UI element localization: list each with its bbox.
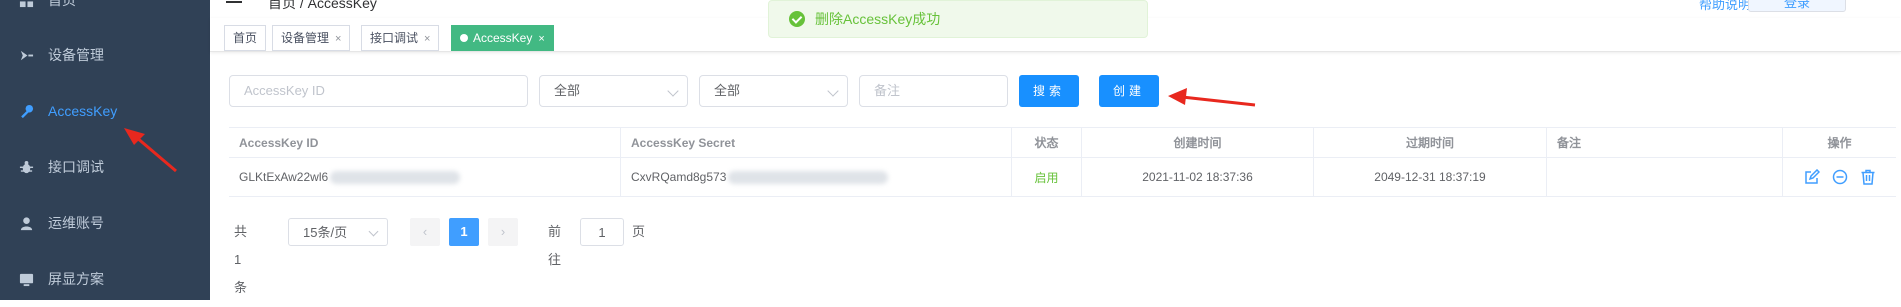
filter-select-2[interactable]: 全部	[699, 75, 848, 107]
close-icon[interactable]: ×	[424, 33, 430, 45]
chevron-down-icon	[827, 85, 839, 97]
close-icon[interactable]: ×	[335, 33, 341, 45]
hamburger-icon[interactable]	[226, 0, 242, 8]
pagination-total: 共 1 条	[234, 224, 248, 295]
disable-icon[interactable]	[1832, 169, 1848, 185]
table-header-row: AccessKey ID AccessKey Secret 状态 创建时间 过期…	[229, 128, 1896, 158]
success-toast: 删除AccessKey成功	[768, 0, 1148, 38]
breadcrumb: 首页 / AccessKey	[268, 0, 377, 11]
input-placeholder: 备注	[874, 83, 901, 98]
accesskey-id-value: GLKtExAw22wl6	[239, 170, 329, 184]
tag-label: 首页	[233, 31, 258, 45]
create-button[interactable]: 创建	[1099, 75, 1159, 107]
created-time-cell: 2021-11-02 18:37:36	[1082, 158, 1314, 196]
dashboard-icon	[18, 0, 34, 8]
user-icon	[18, 215, 34, 231]
tag-label: 设备管理	[281, 31, 330, 45]
goto-label: 前往	[548, 224, 562, 267]
accesskey-id-cell: GLKtExAw22wl6	[229, 158, 621, 196]
goto-page-input[interactable]: 1	[580, 218, 624, 246]
sidebar-item-ops-account[interactable]: 运维账号	[0, 195, 210, 251]
accesskey-secret-cell: CxvRQamd8g573	[621, 158, 1012, 196]
page-size-select[interactable]: 15条/页	[288, 218, 388, 246]
chevron-down-icon	[667, 85, 679, 97]
current-page-button[interactable]: 1	[449, 218, 479, 246]
sidebar-item-label: 运维账号	[48, 215, 104, 231]
column-header: 备注	[1547, 128, 1783, 157]
edit-icon[interactable]	[1804, 168, 1820, 185]
tag-label: AccessKey	[473, 31, 533, 45]
tag-accesskey[interactable]: AccessKey ×	[451, 25, 554, 51]
annotation-arrow-create	[1168, 88, 1256, 107]
sidebar-item-label: 屏显方案	[48, 271, 104, 287]
column-header: AccessKey Secret	[621, 128, 1012, 157]
tag-home[interactable]: 首页	[224, 25, 267, 51]
select-value: 全部	[554, 83, 581, 98]
remark-input[interactable]: 备注	[859, 75, 1008, 107]
next-page-button[interactable]: ›	[488, 218, 518, 246]
toast-message: 删除AccessKey成功	[815, 11, 941, 27]
column-header: AccessKey ID	[229, 128, 621, 157]
prev-page-button[interactable]: ‹	[410, 218, 440, 246]
delete-icon[interactable]	[1860, 169, 1876, 185]
accesskey-secret-value: CxvRQamd8g573	[631, 170, 727, 184]
check-circle-icon	[789, 11, 805, 27]
tag-api-debug[interactable]: 接口调试 ×	[361, 25, 440, 51]
sidebar-item-label: 首页	[48, 0, 76, 8]
column-header: 操作	[1827, 136, 1852, 150]
redacted-blur	[728, 170, 889, 184]
sidebar-item-api-debug[interactable]: 接口调试	[0, 139, 210, 195]
search-button[interactable]: 搜索	[1019, 75, 1079, 107]
sidebar-item-home[interactable]: 首页	[0, 0, 210, 28]
column-header: 状态	[1012, 128, 1082, 157]
sidebar-item-device-management[interactable]: 设备管理	[0, 27, 210, 83]
redacted-blur	[330, 170, 461, 184]
page-suffix-label: 页	[632, 224, 646, 239]
device-icon	[18, 47, 34, 63]
help-link[interactable]: 帮助说明	[1699, 0, 1751, 13]
sidebar: 首页 设备管理 AccessKey 接口调试 运维账号 屏显方案	[0, 0, 210, 300]
sidebar-item-accesskey[interactable]: AccessKey	[0, 83, 210, 139]
column-header: 过期时间	[1314, 128, 1547, 157]
sidebar-item-screen-scheme[interactable]: 屏显方案	[0, 251, 210, 307]
expire-time-cell: 2049-12-31 18:37:19	[1314, 158, 1547, 196]
header-button[interactable]: 登录	[1748, 0, 1846, 12]
chevron-down-icon	[368, 226, 379, 237]
page-size-value: 15条/页	[303, 225, 348, 240]
filter-select-1[interactable]: 全部	[539, 75, 688, 107]
sidebar-item-label: 设备管理	[48, 47, 104, 63]
close-icon[interactable]: ×	[538, 33, 544, 45]
status-badge: 启用	[1012, 158, 1082, 196]
accesskey-table: AccessKey ID AccessKey Secret 状态 创建时间 过期…	[229, 127, 1896, 197]
sidebar-item-label: 接口调试	[48, 159, 104, 175]
accesskey-id-input[interactable]: AccessKey ID	[229, 75, 528, 107]
active-dot-icon	[460, 34, 468, 42]
key-icon	[18, 103, 34, 119]
tag-device-management[interactable]: 设备管理 ×	[272, 25, 351, 51]
input-placeholder: AccessKey ID	[244, 83, 325, 98]
column-header: 创建时间	[1082, 128, 1314, 157]
screen-icon	[18, 271, 34, 287]
table-row: GLKtExAw22wl6 CxvRQamd8g573 启用 2021-11-0…	[229, 158, 1896, 197]
actions-cell	[1783, 158, 1896, 196]
sidebar-item-label: AccessKey	[48, 103, 118, 119]
remark-cell	[1547, 158, 1783, 196]
select-value: 全部	[714, 83, 741, 98]
bug-icon	[18, 159, 34, 175]
tag-label: 接口调试	[370, 31, 419, 45]
